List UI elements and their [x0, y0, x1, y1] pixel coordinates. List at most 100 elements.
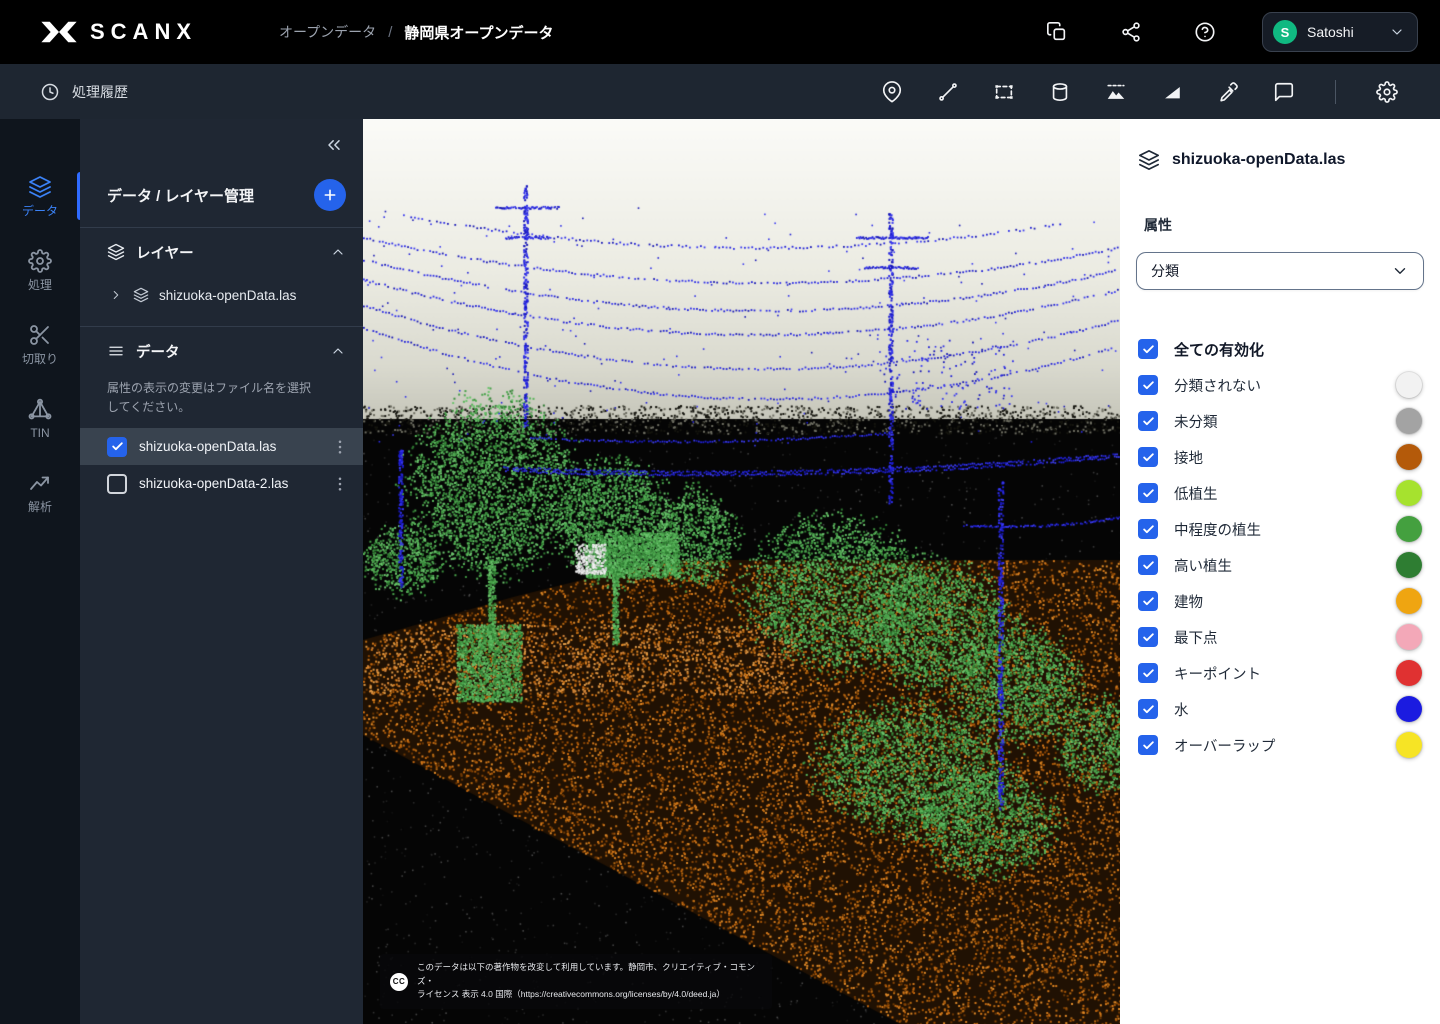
area-measure-button[interactable] [1105, 81, 1127, 103]
class-row: オーバーラップ [1136, 727, 1424, 763]
scissors-icon [28, 323, 52, 347]
rail-label: 切取り [22, 353, 58, 365]
export-button[interactable] [1046, 21, 1068, 43]
history-button[interactable]: 処理履歴 [40, 82, 128, 102]
class-checkbox[interactable] [1138, 591, 1158, 611]
file-menu-button[interactable] [331, 475, 349, 493]
cc-icon: CC [390, 973, 408, 991]
point-cloud-canvas[interactable] [363, 119, 1120, 1024]
user-avatar: S [1273, 20, 1297, 44]
breadcrumb-current: 静岡県オープンデータ [404, 22, 553, 43]
share-button[interactable] [1120, 21, 1142, 43]
layer-tree-item[interactable]: shizuoka-openData.las [80, 276, 363, 314]
class-checkbox[interactable] [1138, 519, 1158, 539]
comment-icon [1273, 81, 1295, 103]
enable-all-checkbox[interactable] [1138, 339, 1158, 359]
attribute-label: 属性 [1136, 215, 1424, 235]
plus-icon [322, 187, 338, 203]
class-checkbox[interactable] [1138, 411, 1158, 431]
class-color-swatch [1396, 696, 1422, 722]
breadcrumb-parent[interactable]: オープンデータ [279, 22, 376, 42]
kebab-icon [331, 475, 349, 493]
class-checkbox[interactable] [1138, 735, 1158, 755]
file-checkbox[interactable] [107, 474, 127, 494]
class-label: 高い植生 [1174, 555, 1232, 576]
scanx-logo-icon [40, 19, 78, 45]
layer-panel: データ / レイヤー管理 レイヤー shizuoka-openData.las … [80, 119, 363, 1024]
collapse-panel-button[interactable] [323, 135, 345, 157]
class-list: 全ての有効化 分類されない 未分類 接地 低植生 中程度の植生 高い植生 建物 [1136, 331, 1424, 763]
sidebar-item-tin[interactable]: TIN [0, 389, 80, 447]
class-color-swatch [1396, 660, 1422, 686]
settings-button[interactable] [1376, 81, 1398, 103]
license-bar: CC このデータは以下の著作物を改変して利用しています。静岡市、クリエイティブ・… [380, 954, 772, 1009]
height-pick-button[interactable] [1217, 81, 1239, 103]
layers-icon [107, 243, 125, 261]
comment-button[interactable] [1273, 81, 1295, 103]
add-data-button[interactable] [314, 179, 346, 211]
user-menu[interactable]: S Satoshi [1262, 12, 1418, 52]
class-checkbox[interactable] [1138, 375, 1158, 395]
class-label: 接地 [1174, 447, 1203, 468]
class-color-swatch [1396, 516, 1422, 542]
class-checkbox[interactable] [1138, 447, 1158, 467]
app-logo[interactable]: SCANX [40, 19, 197, 45]
class-color-swatch [1396, 408, 1422, 434]
attribute-select[interactable]: 分類 [1136, 252, 1424, 290]
help-button[interactable] [1194, 21, 1216, 43]
class-checkbox[interactable] [1138, 555, 1158, 575]
area-measure-icon [1105, 81, 1127, 103]
location-button[interactable] [881, 81, 903, 103]
class-checkbox[interactable] [1138, 483, 1158, 503]
clip-box-button[interactable] [1049, 81, 1071, 103]
sidebar-item-clip[interactable]: 切取り [0, 315, 80, 373]
rail-label: 処理 [28, 279, 52, 291]
slope-button[interactable] [1161, 81, 1183, 103]
sidebar-item-data[interactable]: データ [0, 167, 80, 225]
class-row: 最下点 [1136, 619, 1424, 655]
class-checkbox[interactable] [1138, 663, 1158, 683]
class-checkbox[interactable] [1138, 627, 1158, 647]
toolbar-divider [1335, 80, 1336, 104]
chevron-down-icon [1389, 24, 1405, 40]
class-color-swatch [1396, 444, 1422, 470]
file-name: shizuoka-openData.las [139, 439, 319, 454]
file-row[interactable]: shizuoka-openData-2.las [80, 465, 363, 502]
sidebar-item-process[interactable]: 処理 [0, 241, 80, 299]
rail-label: データ [22, 205, 58, 217]
user-name: Satoshi [1307, 24, 1379, 40]
file-checkbox[interactable] [107, 437, 127, 457]
class-color-swatch [1396, 480, 1422, 506]
layers-icon [1138, 149, 1160, 171]
file-menu-button[interactable] [331, 438, 349, 456]
rect-select-button[interactable] [993, 81, 1015, 103]
class-label: 低植生 [1174, 483, 1218, 504]
class-row: 低植生 [1136, 475, 1424, 511]
logo-text: SCANX [90, 19, 197, 45]
location-icon [881, 81, 903, 103]
file-row[interactable]: shizuoka-openData.las [80, 428, 363, 465]
attribute-panel: shizuoka-openData.las 属性 分類 全ての有効化 分類されな… [1120, 119, 1440, 1024]
clip-box-icon [1049, 81, 1071, 103]
layers-icon [133, 287, 149, 303]
menu-icon [107, 342, 125, 360]
help-icon [1194, 21, 1216, 43]
class-color-swatch [1396, 732, 1422, 758]
trend-icon [28, 471, 52, 495]
layers-section-header[interactable]: レイヤー [80, 228, 363, 276]
class-label: 水 [1174, 699, 1189, 720]
class-label: 最下点 [1174, 627, 1218, 648]
chevron-right-icon [109, 288, 123, 302]
class-checkbox[interactable] [1138, 699, 1158, 719]
breadcrumb-separator: / [388, 24, 392, 41]
topbar-actions [1046, 21, 1216, 43]
data-section-hint: 属性の表示の変更はファイル名を選択してください。 [80, 375, 363, 428]
sidebar-item-analysis[interactable]: 解析 [0, 463, 80, 521]
data-section-header[interactable]: データ [80, 327, 363, 375]
clock-icon [40, 82, 60, 102]
line-measure-button[interactable] [937, 81, 959, 103]
share-icon [1120, 21, 1142, 43]
slope-icon [1161, 81, 1183, 103]
class-label: 建物 [1174, 591, 1203, 612]
sidebar-rail: データ 処理 切取り TIN 解析 [0, 119, 80, 1024]
